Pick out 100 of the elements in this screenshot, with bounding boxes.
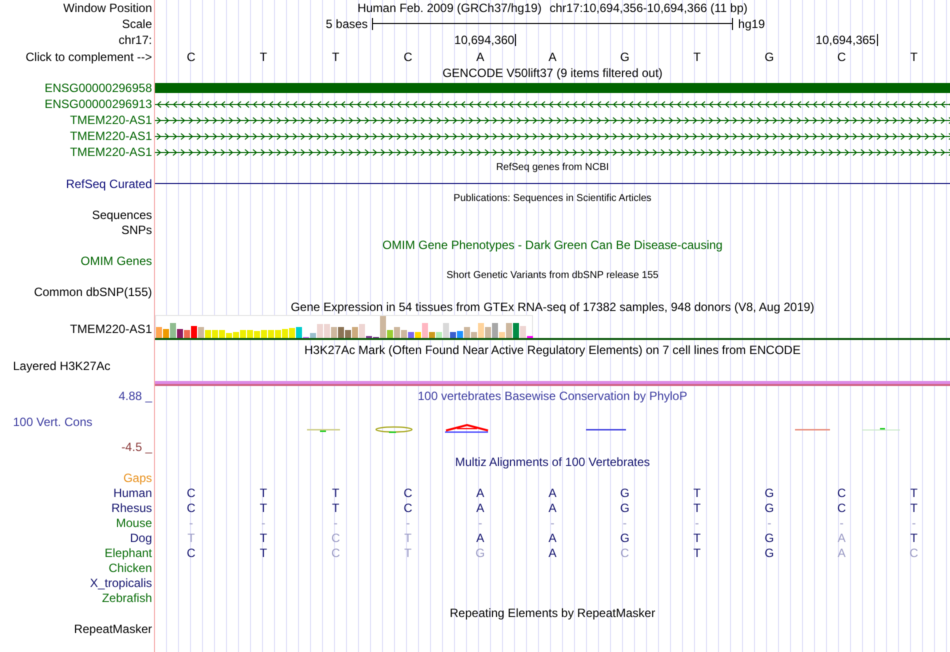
conservation-mark	[586, 429, 626, 430]
track-label[interactable]: Elephant	[104, 546, 152, 558]
base-letter: T	[332, 50, 340, 62]
track-label[interactable]: Human	[113, 486, 152, 498]
base-letter: A	[476, 50, 484, 62]
conservation-mark	[307, 429, 340, 432]
base-letter: C	[837, 50, 846, 62]
base-letter: -	[189, 516, 194, 528]
base-letter: C	[186, 502, 196, 514]
track-label[interactable]: Mouse	[116, 516, 152, 528]
base-letter: T	[260, 502, 268, 514]
base-letter: A	[548, 546, 556, 558]
track-title: Short Genetic Variants from dbSNP release 155	[446, 271, 658, 281]
track-label[interactable]: Rhesus	[111, 502, 152, 514]
row-label: Window Position	[63, 2, 152, 14]
base-letter: A	[476, 486, 484, 498]
base-letter: G	[764, 532, 774, 544]
base-letter: T	[260, 546, 268, 558]
complement-link[interactable]: Click to complement -->	[26, 50, 152, 62]
base-letter: -	[840, 516, 844, 528]
track-title: Gene Expression in 54 tissues from GTEx RNA-seq of 17382 samples, 948 donors (V8, Aug 2019)	[290, 301, 814, 313]
base-letter: C	[331, 546, 340, 558]
base-letter: C	[620, 546, 630, 558]
track-label[interactable]: ENSG00000296958	[44, 82, 152, 94]
base-letter: C	[837, 486, 846, 498]
conservation-mark	[375, 426, 413, 433]
base-letter: G	[764, 502, 774, 514]
base-letter: T	[693, 502, 701, 514]
base-letter: T	[693, 486, 701, 498]
track-label[interactable]: Dog	[130, 532, 152, 544]
coordinate-label: 10,694,365	[816, 34, 878, 46]
base-letter: C	[331, 532, 340, 544]
base-letter: G	[476, 546, 485, 558]
base-letter: T	[910, 502, 918, 514]
track-title: RefSeq genes from NCBI	[496, 163, 609, 173]
track-label[interactable]: Layered H3K27Ac	[13, 360, 110, 372]
base-letter: -	[261, 516, 266, 528]
track-label[interactable]: TMEM220-AS1	[70, 146, 152, 158]
base-letter: C	[186, 546, 196, 558]
base-letter: T	[910, 532, 918, 544]
track-label[interactable]: 100 Vert. Cons	[13, 416, 92, 428]
row-label: Scale	[122, 18, 152, 30]
base-letter: A	[548, 50, 556, 62]
base-letter: G	[620, 486, 630, 498]
base-letter: G	[620, 502, 630, 514]
track-label[interactable]: OMIM Genes	[80, 254, 152, 266]
base-letter: C	[186, 50, 196, 62]
base-letter: A	[548, 532, 556, 544]
track-label[interactable]: RefSeq Curated	[66, 178, 152, 190]
base-letter: -	[622, 516, 627, 528]
base-letter: A	[838, 532, 846, 544]
track-title: Publications: Sequences in Scientific Articles	[454, 194, 652, 204]
track-label[interactable]: Zebrafish	[102, 592, 152, 604]
base-letter: C	[910, 546, 918, 558]
track-title: Multiz Alignments of 100 Vertebrates	[455, 456, 650, 468]
conservation-mark	[795, 429, 830, 430]
base-letter: T	[404, 546, 412, 558]
track-label[interactable]: SNPs	[121, 224, 152, 236]
base-letter: C	[404, 502, 412, 514]
base-letter: G	[620, 532, 630, 544]
base-letter: A	[548, 502, 556, 514]
base-letter: A	[838, 546, 846, 558]
coordinate-label: 10,694,360	[454, 34, 516, 46]
base-letter: T	[910, 486, 918, 498]
track-label[interactable]: TMEM220-AS1	[70, 322, 152, 334]
base-letter: T	[332, 502, 340, 514]
track-title: 100 vertebrates Basewise Conservation by PhyloP	[418, 390, 688, 402]
base-letter: G	[620, 50, 630, 62]
assembly-label: hg19	[738, 18, 765, 30]
track-label[interactable]: RepeatMasker	[74, 622, 152, 634]
base-letter: A	[548, 486, 556, 498]
scale-length-text: 5 bases	[326, 18, 368, 30]
track-title: GENCODE V50lift37 (9 items filtered out)	[442, 66, 663, 78]
base-letter: T	[693, 50, 701, 62]
base-letter: -	[767, 516, 772, 528]
range-max-label: 4.88 _	[118, 390, 152, 402]
track-label[interactable]: ENSG00000296913	[44, 98, 152, 110]
base-letter: -	[550, 516, 554, 528]
base-letter: G	[764, 486, 774, 498]
track-title: Repeating Elements by RepeatMasker	[450, 607, 656, 619]
base-letter: G	[764, 50, 774, 62]
track-label[interactable]: TMEM220-AS1	[70, 130, 152, 142]
track-label[interactable]: TMEM220-AS1	[70, 114, 152, 126]
track-title: OMIM Gene Phenotypes - Dark Green Can Be Disease-causing	[382, 239, 723, 251]
row-label: chr17:	[118, 34, 152, 46]
track-label[interactable]: Sequences	[92, 208, 152, 220]
position-text: chr17:10,694,356-10,694,366 (11 bp)	[550, 2, 748, 14]
conservation-mark	[862, 428, 900, 430]
track-label[interactable]: Chicken	[108, 562, 152, 574]
base-letter: T	[260, 50, 268, 62]
base-letter: -	[334, 516, 338, 528]
base-letter: T	[693, 532, 701, 544]
range-min-label: -4.5 _	[121, 440, 152, 452]
conservation-mark	[445, 424, 488, 433]
base-letter: -	[912, 516, 916, 528]
base-letter: C	[837, 502, 846, 514]
base-letter: G	[764, 546, 774, 558]
track-label[interactable]: Common dbSNP(155)	[34, 286, 152, 298]
track-label[interactable]: X_tropicalis	[90, 576, 152, 588]
base-letter: C	[186, 486, 196, 498]
